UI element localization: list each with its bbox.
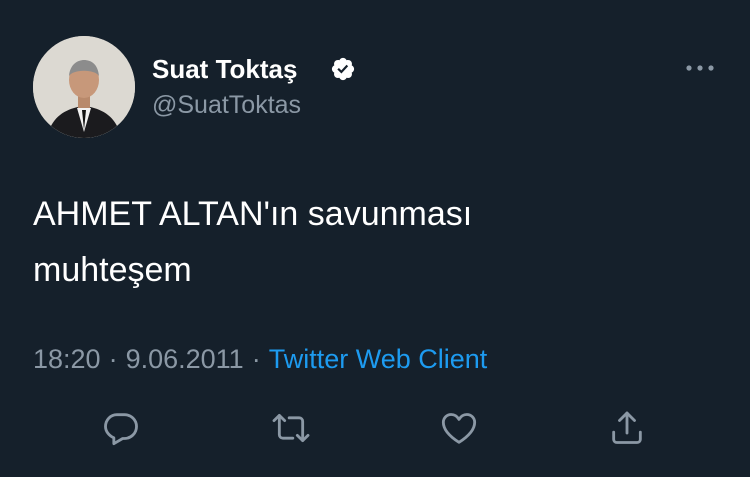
tweet-time[interactable]: 18:20 (33, 344, 101, 374)
like-button[interactable] (435, 404, 483, 452)
meta-separator: · (108, 344, 118, 374)
meta-separator: · (251, 344, 261, 374)
retweet-button[interactable] (267, 404, 315, 452)
more-horizontal-icon (686, 65, 714, 71)
like-icon (441, 413, 477, 444)
share-icon (612, 411, 642, 444)
tweet-meta: 18:20 · 9.06.2011 · Twitter Web Client (33, 341, 487, 377)
avatar-image (33, 36, 135, 138)
retweet-icon (272, 413, 310, 443)
tweet-text: AHMET ALTAN'ın savunması muhteşem (33, 186, 713, 298)
reply-icon (104, 413, 138, 446)
client-link[interactable]: Twitter Web Client (269, 344, 488, 374)
tweet-date[interactable]: 9.06.2011 (126, 344, 244, 374)
more-options-button[interactable] (680, 56, 720, 80)
display-name[interactable]: Suat Toktaş (152, 52, 297, 86)
tweet-text-line: muhteşem (33, 251, 192, 289)
tweet-text-line: AHMET ALTAN'ın savunması (33, 195, 473, 233)
avatar[interactable] (33, 36, 135, 138)
verified-badge-icon (331, 57, 355, 81)
share-button[interactable] (603, 404, 651, 452)
reply-button[interactable] (97, 404, 145, 452)
tweet-card: Suat Toktaş @SuatToktas AHMET ALTAN'ın s… (0, 0, 750, 477)
handle[interactable]: @SuatToktas (152, 89, 301, 121)
